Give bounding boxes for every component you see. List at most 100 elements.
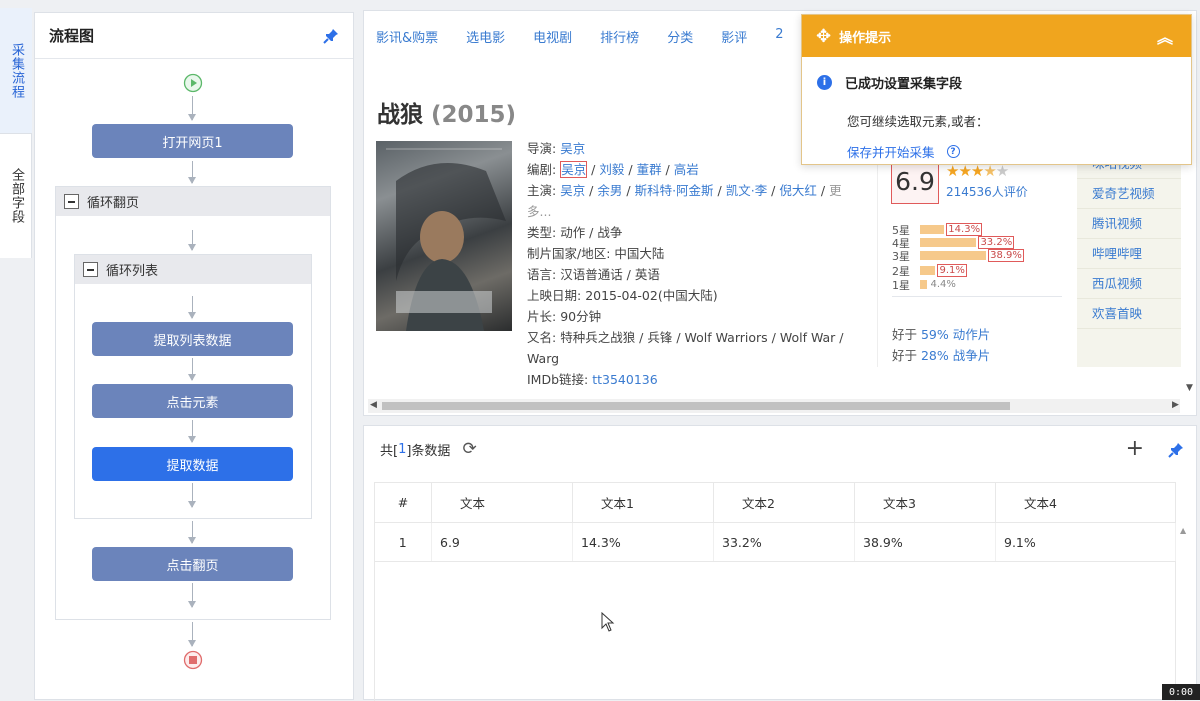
watch-site-link[interactable]: 哔哩哔哩 bbox=[1077, 239, 1181, 269]
length: 90分钟 bbox=[560, 309, 602, 324]
release-row: 上映日期: 2015-04-02(中国大陆) bbox=[527, 285, 857, 306]
column-header[interactable]: # bbox=[374, 482, 432, 523]
imdb-row: IMDb链接: tt3540136 bbox=[527, 369, 857, 390]
better-than-link[interactable]: 59% 动作片 bbox=[921, 327, 990, 342]
count-number: 1 bbox=[398, 441, 407, 457]
flow-arrow bbox=[188, 161, 196, 184]
nav-link[interactable]: 2 bbox=[775, 27, 783, 46]
country: 中国大陆 bbox=[614, 246, 665, 261]
movie-year: (2015) bbox=[431, 102, 517, 128]
node-extract-data[interactable]: 提取数据 bbox=[92, 447, 293, 481]
info-icon: i bbox=[817, 75, 832, 90]
table-cell: 33.2% bbox=[713, 522, 855, 562]
table-cell: 6.9 bbox=[431, 522, 573, 562]
rating-row: 2星 9.1% bbox=[892, 264, 967, 278]
node-open-page[interactable]: 打开网页1 bbox=[92, 124, 293, 158]
tab-collect-flow[interactable]: 采集流程 bbox=[0, 8, 32, 134]
watch-site-link[interactable]: 欢喜首映 bbox=[1077, 299, 1181, 329]
loop-list-label: 循环列表 bbox=[106, 264, 159, 279]
imdb-link[interactable]: tt3540136 bbox=[592, 372, 657, 387]
watch-site-link[interactable]: 爱奇艺视频 bbox=[1077, 179, 1181, 209]
scroll-left-icon[interactable]: ◀ bbox=[370, 400, 377, 410]
column-header[interactable]: 文本 bbox=[431, 482, 573, 523]
nav-link[interactable]: 分类 bbox=[667, 27, 693, 46]
scroll-right-icon[interactable]: ▶ bbox=[1172, 400, 1179, 410]
nav-link[interactable]: 影评 bbox=[721, 27, 747, 46]
pin-icon[interactable] bbox=[1168, 442, 1184, 458]
flow-arrow bbox=[188, 583, 196, 608]
column-header[interactable]: 文本1 bbox=[572, 482, 714, 523]
rating-bar bbox=[920, 280, 928, 289]
divider bbox=[877, 161, 878, 367]
pin-icon[interactable] bbox=[323, 28, 339, 44]
writer-link[interactable]: 吴京 bbox=[560, 161, 588, 178]
movie-info: 导演: 吴京 编剧: 吴京 / 刘毅 / 董群 / 高岩 主演: 吴京 / 余男… bbox=[527, 138, 857, 390]
watch-site-link[interactable]: 西瓜视频 bbox=[1077, 269, 1181, 299]
aka-row: 又名: 特种兵之战狼 / 兵锋 / Wolf Warriors / Wolf W… bbox=[527, 327, 857, 369]
save-start-link[interactable]: 保存并开始采集 ? bbox=[847, 142, 960, 161]
column-header[interactable]: 文本3 bbox=[854, 482, 996, 523]
flow-arrow bbox=[188, 96, 196, 121]
loop-page-header[interactable]: 循环翻页 bbox=[56, 187, 330, 216]
rating-row-label: 3星 bbox=[892, 249, 910, 263]
rating-pct[interactable]: 38.9% bbox=[988, 249, 1024, 262]
flow-arrow bbox=[188, 483, 196, 508]
add-icon[interactable]: + bbox=[1126, 436, 1144, 461]
scrollbar-thumb[interactable] bbox=[382, 402, 1010, 410]
node-click-element[interactable]: 点击元素 bbox=[92, 384, 293, 418]
save-start-text[interactable]: 保存并开始采集 bbox=[847, 142, 935, 161]
node-click-next-page[interactable]: 点击翻页 bbox=[92, 547, 293, 581]
watch-sites: 咪咕视频 爱奇艺视频 腾讯视频 哔哩哔哩 西瓜视频 欢喜首映 bbox=[1077, 149, 1181, 367]
cast-link[interactable]: 余男 bbox=[597, 183, 622, 198]
help-icon[interactable]: ? bbox=[946, 145, 960, 158]
watch-site-link[interactable]: 腾讯视频 bbox=[1077, 209, 1181, 239]
rating-pct[interactable]: 9.1% bbox=[937, 264, 967, 277]
column-header[interactable]: 文本4 bbox=[995, 482, 1176, 523]
cast-link[interactable]: 斯科特·阿金斯 bbox=[635, 183, 714, 198]
cast-link[interactable]: 倪大红 bbox=[779, 183, 817, 198]
cast-link[interactable]: 吴京 bbox=[560, 183, 585, 198]
better-than-link[interactable]: 28% 战争片 bbox=[921, 348, 990, 363]
table-row[interactable]: 1 6.9 14.3% 33.2% 38.9% 9.1% bbox=[374, 522, 1176, 562]
better-than-row: 好于 28% 战争片 bbox=[892, 345, 990, 364]
flow-title: 流程图 bbox=[49, 27, 95, 45]
tip-header[interactable]: ✥ 操作提示 ︽ bbox=[802, 15, 1191, 57]
nav-link[interactable]: 电视剧 bbox=[533, 27, 572, 46]
scroll-up-icon[interactable]: ▲ bbox=[1180, 526, 1186, 535]
collapse-up-icon[interactable]: ︽ bbox=[1157, 24, 1173, 48]
tab-all-fields[interactable]: 全部字段 bbox=[0, 134, 32, 258]
writer-link[interactable]: 高岩 bbox=[674, 162, 699, 177]
cast-link[interactable]: 凯文·李 bbox=[726, 183, 767, 198]
table-cell: 9.1% bbox=[995, 522, 1176, 562]
column-header[interactable]: 文本2 bbox=[713, 482, 855, 523]
nav-link[interactable]: 影讯&购票 bbox=[376, 27, 438, 46]
loop-page-label: 循环翻页 bbox=[87, 196, 140, 211]
site-nav: 影讯&购票 选电影 电视剧 排行榜 分类 影评 2 bbox=[376, 27, 812, 46]
rating-row: 1星 4.4% bbox=[892, 278, 957, 292]
horizontal-scrollbar[interactable]: ◀ bbox=[368, 399, 1180, 413]
stop-icon bbox=[183, 650, 203, 670]
rating-pct[interactable]: 14.3% bbox=[946, 223, 983, 236]
data-count: 共[1]条数据 ⟳ bbox=[364, 426, 1196, 472]
flow-arrow bbox=[188, 296, 196, 319]
collapse-icon[interactable] bbox=[83, 262, 98, 277]
move-icon[interactable]: ✥ bbox=[816, 26, 831, 47]
refresh-icon[interactable]: ⟳ bbox=[462, 439, 476, 459]
nav-link[interactable]: 排行榜 bbox=[600, 27, 639, 46]
rating-pct[interactable]: 4.4% bbox=[929, 279, 956, 290]
loop-list-header[interactable]: 循环列表 bbox=[75, 255, 311, 284]
rating-pct[interactable]: 33.2% bbox=[978, 236, 1015, 249]
vertical-tab-bar: 采集流程 全部字段 bbox=[0, 8, 32, 258]
movie-poster[interactable] bbox=[376, 141, 512, 331]
writer-link[interactable]: 刘毅 bbox=[599, 162, 624, 177]
writer-link[interactable]: 董群 bbox=[637, 162, 662, 177]
vote-count[interactable]: 214536人评价 bbox=[946, 183, 1028, 200]
nav-link[interactable]: 选电影 bbox=[466, 27, 505, 46]
label: 主演: bbox=[527, 183, 561, 198]
label: 又名: bbox=[527, 330, 561, 345]
director-link[interactable]: 吴京 bbox=[560, 141, 585, 156]
scroll-down-icon[interactable]: ▼ bbox=[1186, 383, 1193, 393]
table-cell: 14.3% bbox=[572, 522, 714, 562]
node-extract-list[interactable]: 提取列表数据 bbox=[92, 322, 293, 356]
collapse-icon[interactable] bbox=[64, 194, 79, 209]
